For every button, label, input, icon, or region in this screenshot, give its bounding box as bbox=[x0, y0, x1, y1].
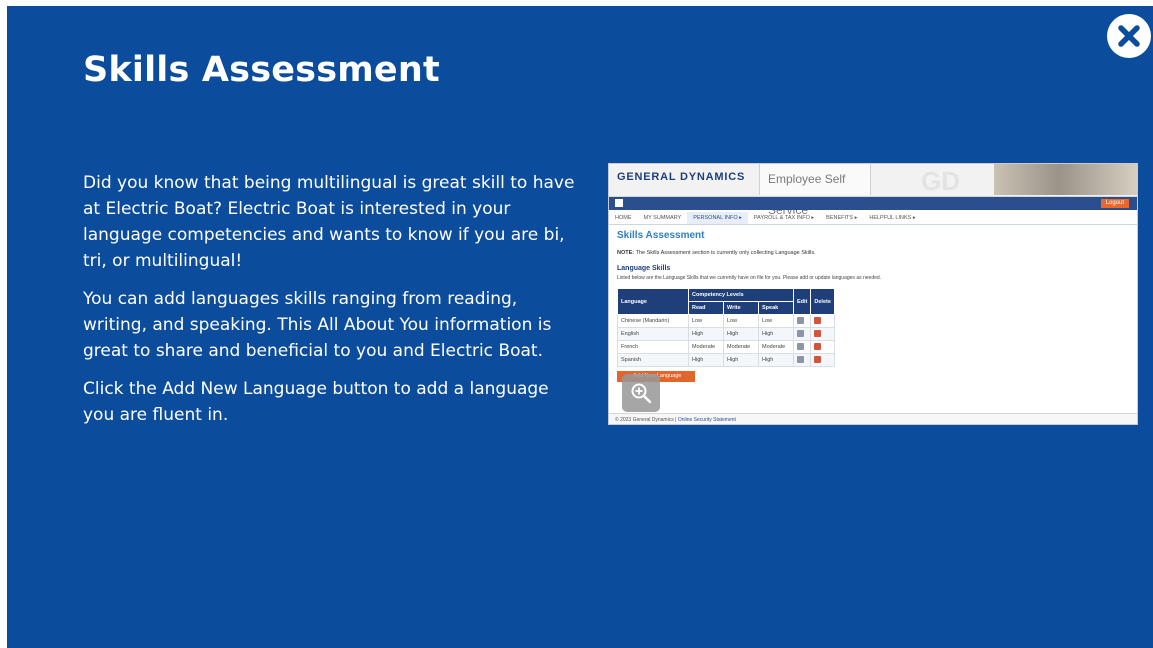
tab-helpful-links: HELPFUL LINKS ▸ bbox=[869, 215, 916, 221]
table-cell: Chinese (Mandarin) bbox=[617, 314, 689, 328]
table-cell: High bbox=[758, 353, 794, 367]
table-cell: Moderate bbox=[723, 340, 759, 354]
table-cell: High bbox=[688, 327, 724, 341]
header-photo bbox=[994, 164, 1137, 195]
company-logo: GENERAL DYNAMICS bbox=[617, 171, 746, 183]
body-copy: Did you know that being multilingual is … bbox=[83, 170, 583, 440]
edit-cell bbox=[792, 340, 812, 354]
ess-screenshot: GENERAL DYNAMICS Employee Self Service G… bbox=[608, 163, 1138, 425]
tab-bar: HOME MY SUMMARY PERSONAL INFO ▸ PAYROLL … bbox=[609, 212, 1137, 225]
table-cell: Low bbox=[723, 314, 759, 328]
logout-button: Logout bbox=[1100, 199, 1129, 208]
slide-panel: Skills Assessment Did you know that bein… bbox=[7, 6, 1153, 648]
paragraph: Did you know that being multilingual is … bbox=[83, 173, 575, 271]
table-cell: Moderate bbox=[758, 340, 794, 354]
edit-icon bbox=[797, 329, 804, 337]
table-cell: Low bbox=[688, 314, 724, 328]
note: NOTE: The Skills Assessment section is c… bbox=[617, 250, 816, 256]
table-row: French Moderate Moderate Moderate bbox=[617, 340, 835, 354]
table-row: Spanish High High High bbox=[617, 353, 835, 367]
table-cell: Spanish bbox=[617, 353, 689, 367]
edit-icon bbox=[797, 342, 804, 350]
edit-icon bbox=[797, 316, 804, 324]
home-icon bbox=[615, 199, 623, 207]
section-title: Language Skills bbox=[617, 265, 671, 272]
table-cell: High bbox=[723, 353, 759, 367]
close-icon[interactable] bbox=[1107, 14, 1151, 58]
column-header: Speak bbox=[758, 301, 794, 315]
tab-benefits: BENEFITS ▸ bbox=[826, 215, 858, 221]
column-header: Read bbox=[688, 301, 724, 315]
nav-bar: Logout bbox=[609, 197, 1137, 210]
delete-cell bbox=[810, 327, 835, 341]
zoom-in-icon[interactable] bbox=[622, 374, 660, 412]
column-header: Write bbox=[723, 301, 759, 315]
delete-icon bbox=[814, 355, 822, 363]
ess-footer: © 2023 General Dynamics | Online Securit… bbox=[609, 413, 1137, 424]
column-header: Competency Levels bbox=[688, 288, 794, 302]
table-cell: High bbox=[688, 353, 724, 367]
delete-cell bbox=[810, 340, 835, 354]
paragraph: You can add languages skills ranging fro… bbox=[83, 289, 552, 361]
delete-icon bbox=[814, 316, 822, 324]
page-title: Skills Assessment bbox=[83, 50, 440, 90]
section-description: Listed below are the Language Skills tha… bbox=[617, 275, 882, 281]
delete-cell bbox=[810, 353, 835, 367]
table-cell: English bbox=[617, 327, 689, 341]
delete-icon bbox=[814, 342, 822, 350]
logo-mark: GD bbox=[921, 166, 960, 196]
delete-icon bbox=[814, 329, 822, 337]
language-table: Language Competency Levels Edit Delete R… bbox=[617, 288, 835, 367]
column-header: Language bbox=[617, 288, 689, 315]
edit-icon bbox=[797, 355, 804, 363]
paragraph: Click the Add New Language button to add… bbox=[83, 379, 549, 425]
table-row: English High High High bbox=[617, 327, 835, 341]
footer-copyright: © 2023 General Dynamics bbox=[615, 417, 674, 423]
footer-link: Online Security Statement bbox=[677, 417, 736, 423]
ess-header: GENERAL DYNAMICS Employee Self Service G… bbox=[609, 164, 1137, 217]
edit-cell bbox=[792, 327, 812, 341]
table-row: Chinese (Mandarin) Low Low Low bbox=[617, 314, 835, 328]
note-label: NOTE: bbox=[617, 250, 635, 256]
delete-cell bbox=[810, 314, 835, 328]
tab-payroll: PAYROLL & TAX INFO ▸ bbox=[753, 215, 815, 221]
table-cell: French bbox=[617, 340, 689, 354]
tab-personal-info: PERSONAL INFO ▸ bbox=[687, 212, 748, 224]
edit-cell bbox=[792, 353, 812, 367]
edit-cell bbox=[792, 314, 812, 328]
table-cell: Low bbox=[758, 314, 794, 328]
app-title: Employee Self Service bbox=[759, 164, 871, 217]
table-cell: High bbox=[723, 327, 759, 341]
note-text: The Skills Assessment section is current… bbox=[635, 250, 816, 256]
table-cell: Moderate bbox=[688, 340, 724, 354]
column-header: Edit bbox=[792, 288, 812, 315]
ess-page-title: Skills Assessment bbox=[617, 230, 705, 241]
tab-my-summary: MY SUMMARY bbox=[643, 215, 682, 221]
column-header: Delete bbox=[810, 288, 835, 315]
table-cell: High bbox=[758, 327, 794, 341]
tab-home: HOME bbox=[615, 215, 632, 221]
